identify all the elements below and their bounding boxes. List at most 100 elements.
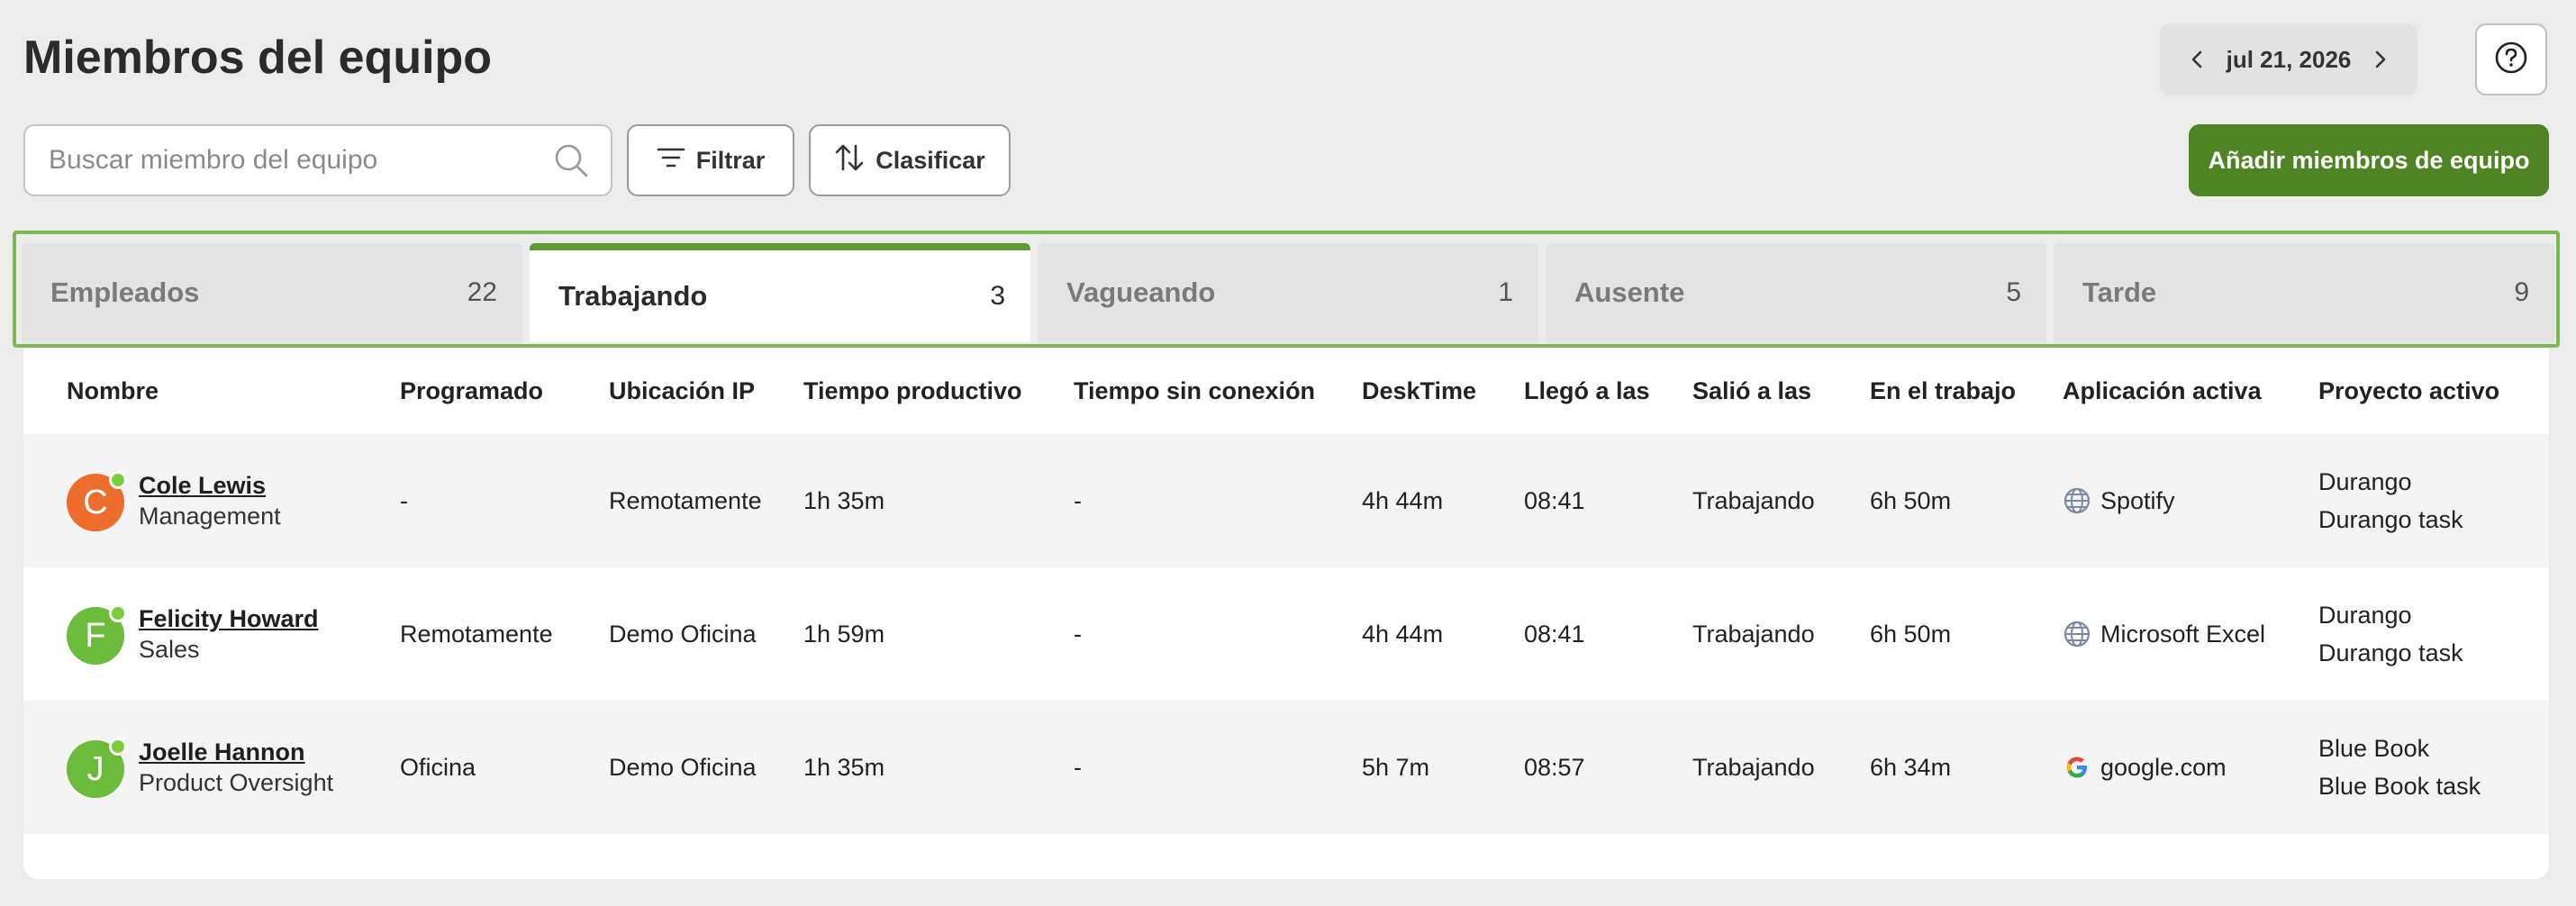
cell-offline-time: - xyxy=(1074,620,1082,648)
cell-at-work: 6h 50m xyxy=(1870,486,1952,514)
task-name: Durango task xyxy=(2318,506,2463,533)
help-button[interactable] xyxy=(2475,23,2547,95)
sort-arrows-icon xyxy=(834,142,865,179)
cell-scheduled: Remotamente xyxy=(400,620,553,648)
tab-label: Tarde xyxy=(2082,276,2157,308)
column-header-llego[interactable]: Llegó a las xyxy=(1524,348,1650,434)
tab-count: 9 xyxy=(2514,277,2529,307)
cell-left: Trabajando xyxy=(1692,753,1815,781)
tab-label: Empleados xyxy=(50,276,200,308)
active-app-name: Spotify xyxy=(2100,486,2175,514)
tab-label: Vagueando xyxy=(1066,276,1216,308)
add-team-members-button[interactable]: Añadir miembros de equipo xyxy=(2189,124,2549,196)
member-role: Product Oversight xyxy=(139,769,334,796)
column-header-en-el-trabajo[interactable]: En el trabajo xyxy=(1870,348,2016,434)
member-name-link[interactable]: Cole Lewis xyxy=(139,470,281,501)
cell-offline-time: - xyxy=(1074,753,1082,781)
cell-at-work: 6h 50m xyxy=(1870,620,1952,648)
cell-desktime: 5h 7m xyxy=(1362,753,1430,781)
column-header-aplicacion-activa[interactable]: Aplicación activa xyxy=(2063,348,2262,434)
cell-arrived: 08:57 xyxy=(1524,753,1585,781)
cell-active-app: google.com xyxy=(2063,701,2227,834)
search-icon[interactable] xyxy=(551,140,591,180)
avatar: J xyxy=(67,738,127,798)
cell-ip-location: Demo Oficina xyxy=(609,620,757,648)
column-header-proyecto-activo[interactable]: Proyecto activo xyxy=(2318,348,2499,434)
cell-active-app: Microsoft Excel xyxy=(2063,567,2265,701)
cell-productive-time: 1h 35m xyxy=(803,486,885,514)
sort-button[interactable]: Clasificar xyxy=(809,124,1011,196)
cell-arrived: 08:41 xyxy=(1524,620,1585,648)
member-role: Sales xyxy=(139,636,200,663)
cell-scheduled: - xyxy=(400,486,408,514)
online-status-dot xyxy=(109,604,127,622)
globe-icon xyxy=(2063,620,2091,648)
table-row[interactable]: J Joelle Hannon Product Oversight Oficin… xyxy=(23,701,2549,834)
cell-left: Trabajando xyxy=(1692,620,1815,648)
tab-ausente[interactable]: Ausente 5 xyxy=(1546,243,2046,342)
member-role: Management xyxy=(139,503,281,530)
question-circle-icon xyxy=(2493,40,2529,80)
tab-tarde[interactable]: Tarde 9 xyxy=(2054,243,2554,342)
members-table: Nombre Programado Ubicación IP Tiempo pr… xyxy=(23,348,2549,879)
chevron-left-icon[interactable] xyxy=(2178,40,2218,79)
tab-count: 22 xyxy=(467,277,497,307)
tab-label: Ausente xyxy=(1574,276,1685,308)
cell-productive-time: 1h 59m xyxy=(803,620,885,648)
online-status-dot xyxy=(109,738,127,756)
cell-desktime: 4h 44m xyxy=(1362,486,1444,514)
tab-empleados[interactable]: Empleados 22 xyxy=(22,243,522,342)
column-header-nombre[interactable]: Nombre xyxy=(67,348,159,434)
tab-trabajando[interactable]: Trabajando 3 xyxy=(530,243,1030,342)
online-status-dot xyxy=(109,471,127,489)
cell-ip-location: Remotamente xyxy=(609,486,762,514)
google-icon xyxy=(2063,753,2091,782)
column-header-ubicacion-ip[interactable]: Ubicación IP xyxy=(609,348,755,434)
member-name-link[interactable]: Felicity Howard xyxy=(139,603,319,634)
project-name: Blue Book xyxy=(2318,735,2430,762)
cell-offline-time: - xyxy=(1074,486,1082,514)
column-header-tiempo-sin-conexion[interactable]: Tiempo sin conexión xyxy=(1074,348,1315,434)
current-date[interactable]: jul 21, 2026 xyxy=(2227,46,2352,74)
cell-active-project: Durango Durango task xyxy=(2318,434,2463,567)
cell-productive-time: 1h 35m xyxy=(803,753,885,781)
search-input[interactable] xyxy=(49,145,551,176)
column-header-salio[interactable]: Salió a las xyxy=(1692,348,1811,434)
column-header-tiempo-productivo[interactable]: Tiempo productivo xyxy=(803,348,1022,434)
cell-active-project: Blue Book Blue Book task xyxy=(2318,701,2481,834)
cell-active-app: Spotify xyxy=(2063,434,2175,567)
cell-at-work: 6h 34m xyxy=(1870,753,1952,781)
avatar: C xyxy=(67,471,127,531)
tab-count: 3 xyxy=(990,281,1005,311)
sort-label: Clasificar xyxy=(875,146,985,174)
column-header-programado[interactable]: Programado xyxy=(400,348,543,434)
table-header: Nombre Programado Ubicación IP Tiempo pr… xyxy=(23,348,2549,434)
project-name: Durango xyxy=(2318,602,2412,629)
member-name-link[interactable]: Joelle Hannon xyxy=(139,737,333,767)
active-app-name: Microsoft Excel xyxy=(2100,620,2266,648)
status-tabs: Empleados 22 Trabajando 3 Vagueando 1 Au… xyxy=(13,231,2560,348)
filter-label: Filtrar xyxy=(695,146,766,174)
cell-ip-location: Demo Oficina xyxy=(609,753,757,781)
page-title: Miembros del equipo xyxy=(23,32,493,84)
table-row[interactable]: F Felicity Howard Sales Remotamente Demo… xyxy=(23,567,2549,701)
tab-label: Trabajando xyxy=(558,280,708,312)
cell-desktime: 4h 44m xyxy=(1362,620,1444,648)
task-name: Blue Book task xyxy=(2318,773,2481,800)
table-row[interactable]: C Cole Lewis Management - Remotamente 1h… xyxy=(23,434,2549,567)
tab-count: 5 xyxy=(2006,277,2021,307)
globe-icon xyxy=(2063,486,2091,515)
cell-active-project: Durango Durango task xyxy=(2318,567,2463,701)
tab-vagueando[interactable]: Vagueando 1 xyxy=(1038,243,1538,342)
chevron-right-icon[interactable] xyxy=(2360,40,2399,79)
column-header-desktime[interactable]: DeskTime xyxy=(1362,348,1476,434)
cell-left: Trabajando xyxy=(1692,486,1815,514)
tab-count: 1 xyxy=(1498,277,1513,307)
search-box xyxy=(23,124,612,196)
task-name: Durango task xyxy=(2318,639,2463,666)
active-app-name: google.com xyxy=(2100,753,2227,781)
cell-scheduled: Oficina xyxy=(400,753,476,781)
filter-button[interactable]: Filtrar xyxy=(627,124,794,196)
avatar: F xyxy=(67,604,127,665)
project-name: Durango xyxy=(2318,468,2412,495)
